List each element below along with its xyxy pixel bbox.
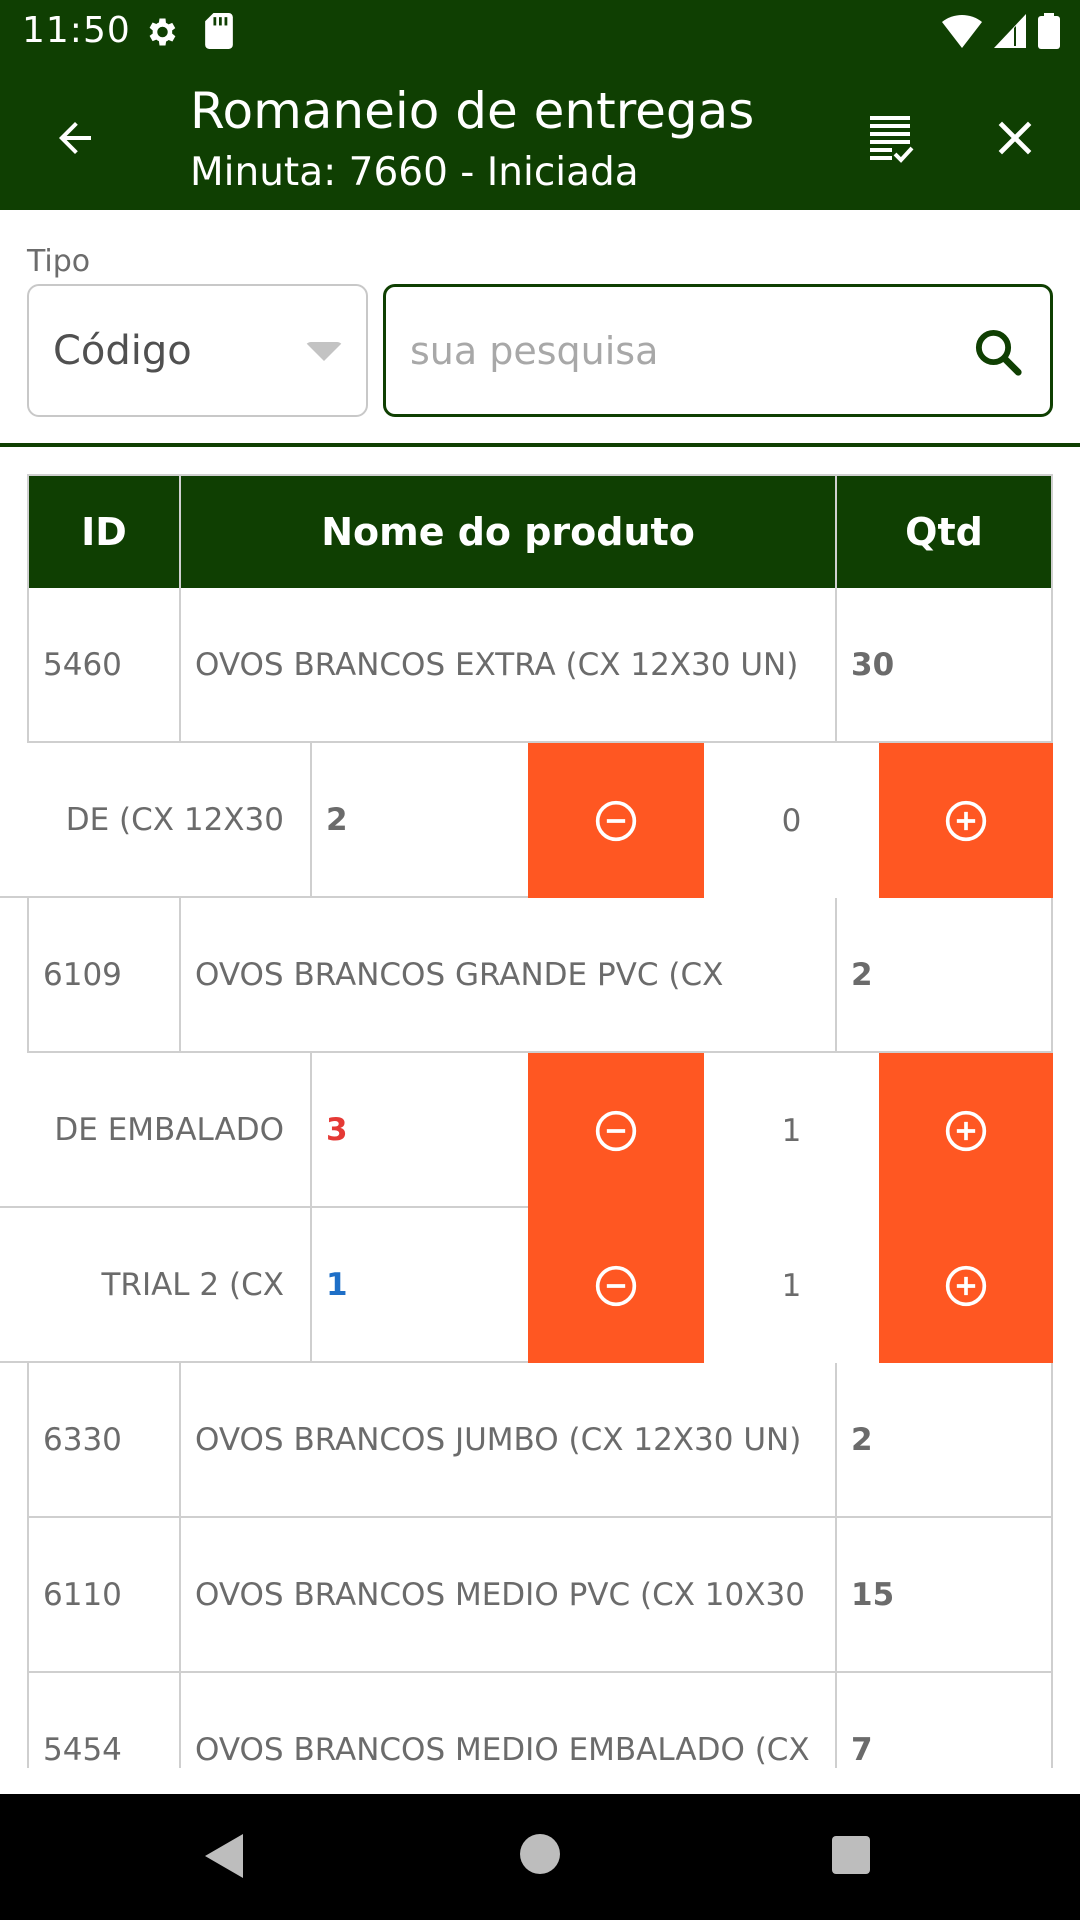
cell-qtd: 2 <box>837 1363 1053 1518</box>
system-nav-bar <box>0 1794 1080 1920</box>
cell-name: OVOS BRANCOS JUMBO (CX 12X30 UN) <box>181 1363 837 1518</box>
decrement-button[interactable] <box>528 1208 704 1363</box>
cell-qtd: 15 <box>837 1518 1053 1673</box>
table-row[interactable]: 5460 OVOS BRANCOS EXTRA (CX 12X30 UN) 30 <box>0 588 1080 743</box>
header-id: ID <box>27 474 181 588</box>
nav-recents-icon[interactable] <box>832 1836 870 1874</box>
table-row[interactable]: 6109 OVOS BRANCOS GRANDE PVC (CX 2 <box>0 898 1080 1053</box>
close-icon <box>998 121 1032 155</box>
signal-icon <box>994 14 1026 48</box>
plus-circle-icon <box>945 800 987 841</box>
increment-button[interactable] <box>879 1208 1053 1363</box>
cell-name: OVOS BRANCOS MEDIO PVC (CX 10X30 <box>181 1518 837 1673</box>
cell-qtd: 7 <box>837 1673 1053 1768</box>
cell-name: OVOS BRANCOS EXTRA (CX 12X30 UN) <box>181 588 837 743</box>
status-bar: 11:50 <box>0 0 1080 63</box>
increment-button[interactable] <box>879 743 1053 898</box>
decrement-button[interactable] <box>528 743 704 898</box>
cell-qtd: 3 <box>312 1053 528 1208</box>
table-header: ID Nome do produto Qtd <box>0 474 1080 588</box>
back-button[interactable] <box>40 103 110 173</box>
type-dropdown[interactable]: Código <box>27 284 368 417</box>
minus-circle-icon <box>595 800 637 841</box>
pick-count: 1 <box>704 1208 879 1363</box>
cell-id: 6330 <box>27 1363 181 1518</box>
cell-id: 5454 <box>27 1673 181 1768</box>
caret-down-icon <box>305 342 343 361</box>
header-qtd: Qtd <box>837 474 1053 588</box>
sd-card-icon <box>205 13 233 49</box>
close-button[interactable] <box>980 103 1050 173</box>
decrement-button[interactable] <box>528 1053 704 1208</box>
cell-id: 6109 <box>27 898 181 1053</box>
status-indicators <box>942 12 1060 50</box>
cell-name: OVOS BRANCOS GRANDE PVC (CX <box>181 898 837 1053</box>
table-row[interactable]: 6110 OVOS BRANCOS MEDIO PVC (CX 10X30 15 <box>0 1518 1080 1673</box>
table-row-swiped[interactable]: TRIAL 2 (CX 1 1 <box>0 1208 1080 1363</box>
type-dropdown-value: Código <box>53 328 192 374</box>
search-box[interactable] <box>383 284 1053 417</box>
header-name: Nome do produto <box>181 474 837 588</box>
cell-name: DE (CX 12X30 <box>0 743 312 898</box>
cell-name: OVOS BRANCOS MEDIO EMBALADO (CX <box>181 1673 837 1768</box>
checklist-icon <box>870 116 914 163</box>
page-title: Romaneio de entregas <box>190 82 755 140</box>
search-icon[interactable] <box>971 325 1025 379</box>
nav-back-icon[interactable] <box>205 1834 245 1878</box>
search-input[interactable] <box>410 315 950 387</box>
minus-circle-icon <box>595 1110 637 1151</box>
settings-icon <box>149 18 176 46</box>
increment-button[interactable] <box>879 1053 1053 1208</box>
pick-count: 0 <box>704 743 879 898</box>
cell-name: TRIAL 2 (CX <box>0 1208 312 1363</box>
type-label: Tipo <box>27 244 91 279</box>
battery-icon <box>1038 13 1060 49</box>
nav-home-icon[interactable] <box>520 1834 560 1874</box>
plus-circle-icon <box>945 1265 987 1306</box>
cell-qtd: 1 <box>312 1208 528 1363</box>
pick-count: 1 <box>704 1053 879 1208</box>
cell-name: DE EMBALADO <box>0 1053 312 1208</box>
wifi-icon <box>942 14 982 48</box>
cell-id: 5460 <box>27 588 181 743</box>
cell-id: 6110 <box>27 1518 181 1673</box>
status-time: 11:50 <box>22 10 131 51</box>
table-row[interactable]: 6330 OVOS BRANCOS JUMBO (CX 12X30 UN) 2 <box>0 1363 1080 1518</box>
divider <box>0 443 1080 447</box>
table-row-swiped[interactable]: DE (CX 12X30 2 0 <box>0 743 1080 898</box>
cell-qtd: 2 <box>312 743 528 898</box>
table-row[interactable]: 5454 OVOS BRANCOS MEDIO EMBALADO (CX 7 <box>0 1673 1080 1768</box>
page-subtitle: Minuta: 7660 - Iniciada <box>190 150 639 195</box>
minus-circle-icon <box>595 1265 637 1306</box>
cell-qtd: 2 <box>837 898 1053 1053</box>
plus-circle-icon <box>945 1110 987 1151</box>
app-bar: Romaneio de entregas Minuta: 7660 - Inic… <box>0 63 1080 210</box>
products-table[interactable]: ID Nome do produto Qtd 5460 OVOS BRANCOS… <box>0 474 1080 1768</box>
table-row-swiped[interactable]: DE EMBALADO 3 1 <box>0 1053 1080 1208</box>
arrow-left-icon <box>59 122 91 154</box>
cell-qtd: 30 <box>837 588 1053 743</box>
checklist-button[interactable] <box>858 103 924 173</box>
